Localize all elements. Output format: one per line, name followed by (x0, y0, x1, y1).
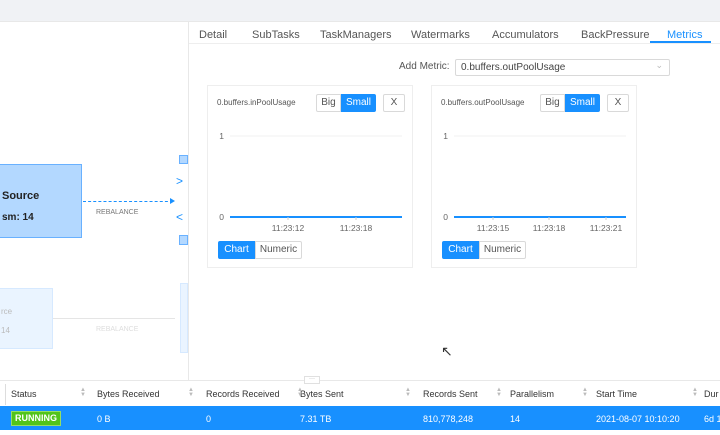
tab-backpressure[interactable]: BackPressure (581, 29, 649, 41)
numeric-view-button[interactable]: Numeric (255, 241, 302, 259)
x-tick-label: 11:23:18 (340, 223, 373, 233)
graph-node-source[interactable]: Source sm: 14 (0, 164, 82, 238)
tabs-divider (189, 43, 720, 44)
small-button[interactable]: Small (565, 94, 600, 112)
tab-accumulators[interactable]: Accumulators (492, 29, 559, 41)
faded-edge-label: REBALANCE (96, 326, 139, 333)
metric-chart: 1 0 11:23:12 11:23:18 (219, 131, 402, 233)
sort-icon[interactable]: ▲ ▼ (188, 387, 194, 398)
x-tick-label: 11:23:12 (272, 223, 305, 233)
node-title: Source (2, 190, 40, 202)
col-duration[interactable]: Dur (704, 389, 719, 399)
cell-duration: 6d 1 (704, 414, 720, 424)
col-parallelism[interactable]: Parallelism (510, 389, 554, 399)
sort-icon[interactable]: ▲ ▼ (496, 387, 502, 398)
top-bar (0, 0, 720, 22)
edge-faded (53, 318, 175, 319)
tab-subtasks[interactable]: SubTasks (252, 29, 300, 41)
col-records-sent[interactable]: Records Sent (423, 389, 478, 399)
x-tick-label: 11:23:18 (533, 223, 566, 233)
col-start-time[interactable]: Start Time (596, 389, 637, 399)
chart-view-button[interactable]: Chart (442, 241, 479, 259)
y-tick-label: 1 (443, 131, 448, 141)
tab-detail[interactable]: Detail (199, 29, 227, 41)
collapse-left-icon[interactable]: < (176, 210, 183, 224)
numeric-view-button[interactable]: Numeric (479, 241, 526, 259)
sort-icon[interactable]: ▲ ▼ (692, 387, 698, 398)
edge-dashed (83, 201, 173, 202)
node-right-bottom (179, 235, 188, 245)
add-metric-label: Add Metric: (399, 61, 450, 72)
sort-icon[interactable]: ▲ ▼ (405, 387, 411, 398)
node-right-top (179, 155, 188, 164)
arrow-head-icon (170, 198, 175, 204)
cell-records-received: 0 (206, 414, 212, 424)
col-records-received[interactable]: Records Received (206, 389, 280, 399)
card-title: 0.buffers.inPoolUsage (217, 98, 296, 107)
cell-start-time: 2021-08-07 10:10:20 (596, 414, 680, 424)
sort-icon[interactable]: ▲ ▼ (80, 387, 86, 398)
chart-view-button[interactable]: Chart (218, 241, 255, 259)
edge-label: REBALANCE (96, 209, 139, 216)
x-tick-label: 11:23:21 (590, 223, 623, 233)
split-divider[interactable] (0, 380, 720, 381)
close-button[interactable]: X (607, 94, 629, 112)
y-tick-label: 0 (219, 212, 224, 222)
y-tick-label: 1 (219, 131, 224, 141)
add-metric-select[interactable]: 0.buffers.outPoolUsage ⌄ (455, 59, 670, 76)
mouse-cursor-icon: ↖ (441, 343, 453, 359)
x-tick-label: 11:23:15 (477, 223, 510, 233)
node-parallelism: sm: 14 (2, 212, 34, 223)
tab-metrics[interactable]: Metrics (667, 29, 702, 41)
expand-right-icon[interactable]: > (176, 174, 183, 188)
cell-parallelism: 14 (510, 414, 521, 424)
job-graph[interactable]: Source sm: 14 REBALANCE rce 14 REBALANCE… (0, 22, 188, 380)
resize-handle-icon[interactable]: ··· (304, 376, 320, 384)
small-button[interactable]: Small (341, 94, 376, 112)
status-badge: RUNNING (11, 411, 61, 426)
card-title: 0.buffers.outPoolUsage (441, 98, 525, 107)
chevron-down-icon: ⌄ (655, 60, 663, 70)
sort-icon[interactable]: ▲ ▼ (297, 387, 303, 398)
graph-node-faded[interactable]: rce 14 (0, 288, 53, 349)
tab-watermarks[interactable]: Watermarks (411, 29, 470, 41)
big-button[interactable]: Big (540, 94, 565, 112)
tab-taskmanagers[interactable]: TaskManagers (320, 29, 392, 41)
cell-records-sent: 810,778,248 (423, 414, 474, 424)
big-button[interactable]: Big (316, 94, 341, 112)
metric-chart: 1 0 11:23:15 11:23:18 11:23:21 (443, 131, 626, 233)
node-right-faded (180, 283, 188, 353)
col-bytes-received[interactable]: Bytes Received (97, 389, 160, 399)
col-bytes-sent[interactable]: Bytes Sent (300, 389, 344, 399)
metric-card-outpool: 0.buffers.outPoolUsage Big Small X 1 0 11:… (431, 85, 637, 268)
metric-card-inpool: 0.buffers.inPoolUsage Big Small X 1 0 11:2… (207, 85, 413, 268)
y-tick-label: 0 (443, 212, 448, 222)
sort-icon[interactable]: ▲ ▼ (582, 387, 588, 398)
faded-node-parallelism: 14 (1, 326, 10, 335)
cell-bytes-sent: 7.31 TB (300, 414, 332, 424)
col-status[interactable]: Status (11, 389, 37, 399)
active-tab-indicator (650, 41, 711, 43)
add-metric-value: 0.buffers.outPoolUsage (461, 62, 566, 73)
cell-bytes-received: 0 B (97, 414, 111, 424)
faded-node-title: rce (1, 307, 13, 316)
close-button[interactable]: X (383, 94, 405, 112)
